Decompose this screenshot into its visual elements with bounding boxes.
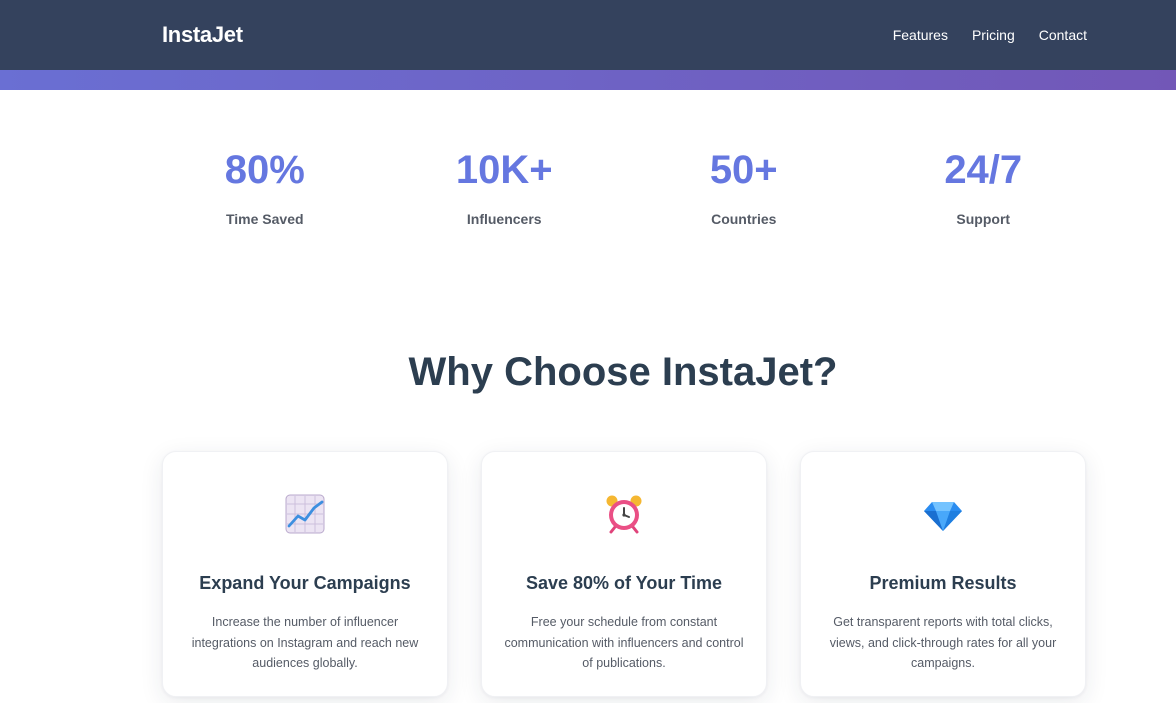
stat-label: Countries — [711, 211, 777, 227]
stat-time-saved: 80% Time Saved — [145, 145, 385, 227]
stat-value: 10K+ — [455, 148, 553, 192]
stat-label: Influencers — [466, 211, 542, 227]
chart-increasing-icon — [163, 492, 447, 536]
stat-value: 24/7 — [944, 148, 1023, 192]
brand-logo[interactable]: InstaJet — [162, 22, 243, 48]
stat-value: 80% — [224, 148, 305, 192]
stat-countries: 50+ Countries — [624, 145, 864, 227]
stats-section: 80% Time Saved 10K+ Influencers 50+ Coun… — [145, 145, 1103, 227]
card-title: Premium Results — [869, 573, 1017, 593]
stat-value: 50+ — [709, 148, 778, 192]
card-title: Expand Your Campaigns — [199, 573, 411, 593]
stat-support: 24/7 Support — [864, 145, 1104, 227]
alarm-clock-icon — [482, 492, 766, 536]
card-title: Save 80% of Your Time — [525, 573, 723, 593]
card-description: Free your schedule from constant communi… — [504, 615, 744, 670]
card-description: Increase the number of influencer integr… — [191, 615, 419, 670]
stat-label: Time Saved — [225, 211, 304, 227]
main-nav: Features Pricing Contact — [893, 27, 1087, 43]
feature-card-premium: Premium Results Get transparent reports … — [800, 451, 1086, 697]
section-title: Why Choose InstaJet? — [408, 350, 838, 394]
card-description: Get transparent reports with total click… — [829, 615, 1057, 670]
feature-card-save-time: Save 80% of Your Time Free your schedule… — [481, 451, 767, 697]
feature-card-expand: Expand Your Campaigns Increase the numbe… — [162, 451, 448, 697]
gradient-accent-bar — [0, 70, 1176, 90]
nav-link-features[interactable]: Features — [893, 27, 948, 43]
nav-link-pricing[interactable]: Pricing — [972, 27, 1015, 43]
feature-cards: Expand Your Campaigns Increase the numbe… — [162, 451, 1086, 697]
stat-label: Support — [956, 211, 1011, 227]
nav-link-contact[interactable]: Contact — [1039, 27, 1087, 43]
stat-influencers: 10K+ Influencers — [385, 145, 625, 227]
top-navbar: InstaJet Features Pricing Contact — [0, 0, 1176, 70]
gem-icon — [801, 492, 1085, 536]
